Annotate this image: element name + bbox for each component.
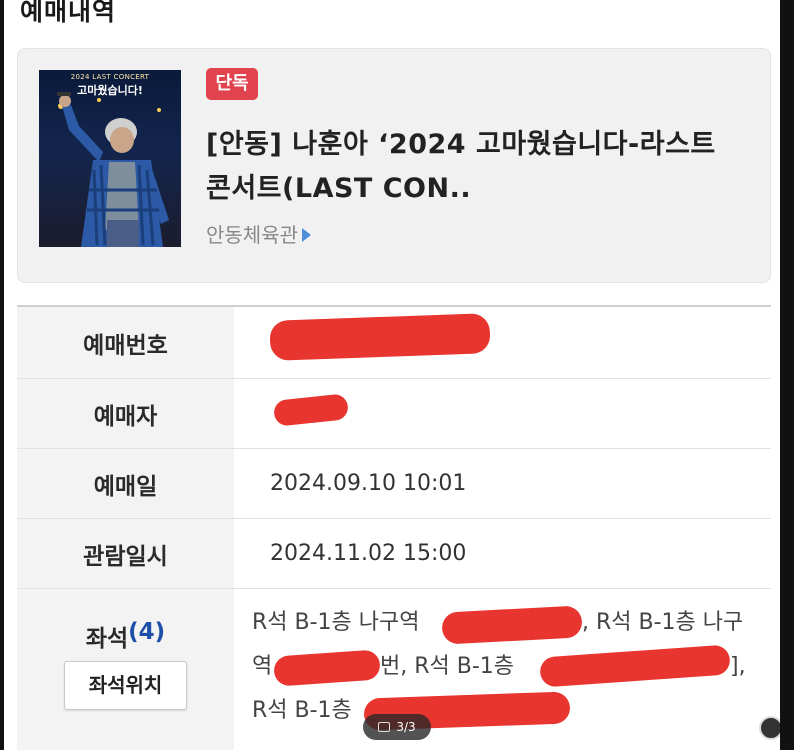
- seat-location-button[interactable]: 좌석위치: [64, 661, 187, 710]
- show-datetime-label: 관람일시: [17, 519, 234, 588]
- venue-label: 안동체육관: [206, 223, 298, 247]
- booking-info-table: 예매번호 예매자 예매일 2024.09.10 10:01 관람일시 2024.…: [17, 305, 771, 750]
- booker-label: 예매자: [17, 379, 234, 448]
- seat-line: R석 B-1층: [252, 689, 767, 733]
- seat-count: (4): [128, 619, 166, 645]
- seat-line: 역 번, R석 B-1층 ],: [252, 644, 767, 689]
- redaction-mark: [269, 313, 491, 361]
- redaction-mark: [539, 644, 731, 688]
- seat-list: R석 B-1층 나구역 , R석 B-1층 나구 역 번, R석 B-1층 ],…: [252, 601, 767, 733]
- booker-row: 예매자: [17, 379, 771, 449]
- booking-detail-page: 예매내역 2024 LAST CONCERT 고마웠습니다! 단독 [안동] 나…: [0, 0, 794, 750]
- venue-link[interactable]: 안동체육관: [206, 219, 311, 248]
- booking-date-value: 2024.09.10 10:01: [270, 471, 467, 496]
- page-title: 예매내역: [20, 0, 117, 26]
- chevron-right-icon: [302, 227, 311, 242]
- seat-line: R석 B-1층 나구역 , R석 B-1층 나구: [252, 601, 767, 645]
- show-datetime-row: 관람일시 2024.11.02 15:00: [17, 519, 771, 589]
- image-page-indicator[interactable]: 3/3: [363, 714, 431, 740]
- show-datetime-value: 2024.11.02 15:00: [270, 541, 467, 566]
- redaction-mark: [441, 605, 583, 645]
- booking-date-label: 예매일: [17, 449, 234, 518]
- booker-value: [252, 379, 771, 448]
- redaction-mark: [272, 393, 350, 427]
- redaction-mark: [273, 649, 381, 687]
- screen-edge-left: [0, 0, 4, 750]
- reservation-number-value: [252, 307, 771, 378]
- event-title[interactable]: [안동] 나훈아 ‘2024 고마웠습니다-라스트 콘서트(LAST CON..: [206, 123, 746, 211]
- screen-edge-right: [780, 0, 794, 750]
- reservation-number-row: 예매번호: [17, 307, 771, 379]
- event-poster[interactable]: 2024 LAST CONCERT 고마웠습니다!: [39, 70, 181, 247]
- booking-date-row: 예매일 2024.09.10 10:01: [17, 449, 771, 519]
- event-card[interactable]: 2024 LAST CONCERT 고마웠습니다! 단독 [안동] 나훈아 ‘2…: [17, 48, 771, 283]
- reservation-number-label: 예매번호: [17, 307, 234, 378]
- gallery-icon: [378, 722, 391, 732]
- exclusive-badge: 단독: [206, 68, 258, 100]
- seats-label: 좌석: [85, 626, 129, 652]
- singer-illustration: [57, 92, 169, 247]
